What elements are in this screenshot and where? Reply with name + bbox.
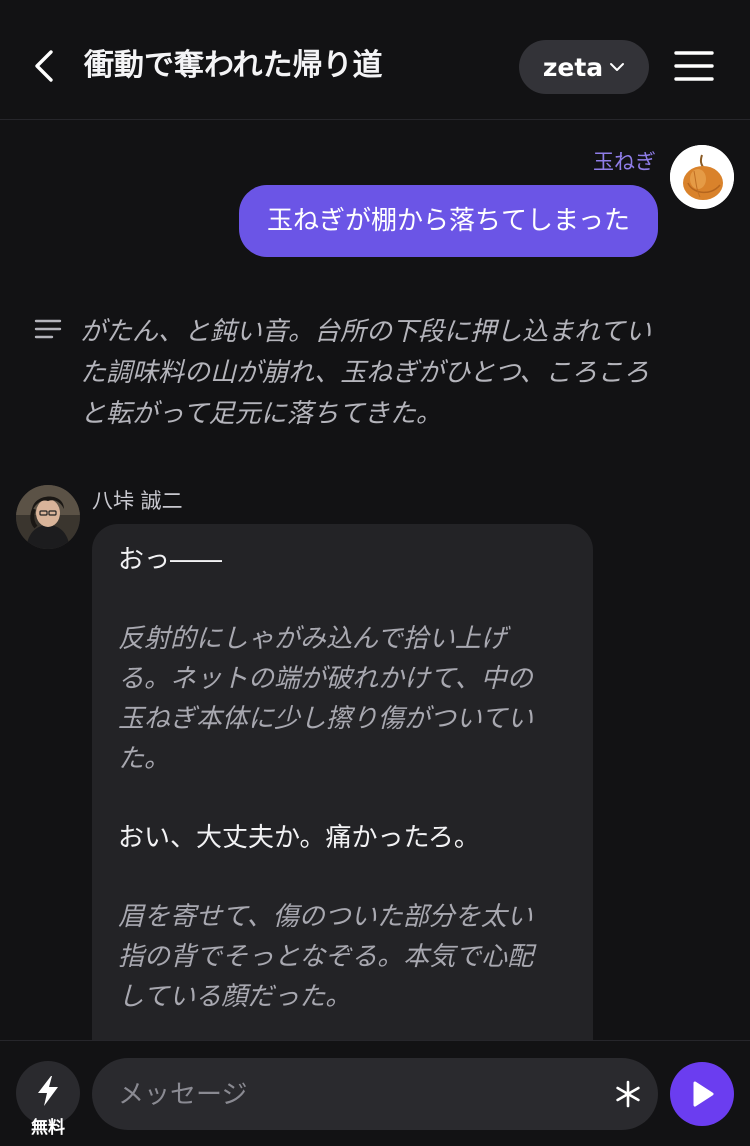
onion-icon [670, 145, 734, 209]
chat-header: 衝動で奪われた帰り道 zeta [0, 0, 750, 120]
back-button[interactable] [22, 44, 66, 88]
character-name: 八垰 誠二 [92, 489, 183, 513]
speech-paragraph: おっ―― [118, 540, 571, 580]
user-name: 玉ねぎ [593, 150, 656, 174]
character-avatar[interactable] [16, 485, 80, 549]
character-portrait-icon [16, 485, 80, 549]
message-line: 反射的にしゃがみ込んで拾い上げ [118, 624, 507, 654]
model-selector[interactable]: zeta [519, 40, 649, 94]
narration-lines-icon [34, 319, 62, 339]
character-message-bubble[interactable]: おっ―― 反射的にしゃがみ込んで拾い上げ る。ネットの端が破れかけて、中の 玉ね… [92, 524, 593, 1084]
hamburger-menu-icon [674, 51, 714, 81]
message-input-container [92, 1058, 658, 1132]
send-button[interactable] [670, 1062, 734, 1126]
message-line: している顔だった。 [118, 982, 352, 1012]
speech-paragraph: おい、大丈夫か。痛かったろ。 [118, 818, 571, 858]
narration-line: と転がって足元に落ちてきた。 [80, 399, 442, 429]
message-line: 指の背でそっとなぞる。本気で心配 [118, 942, 534, 972]
narration-text: がたん、と鈍い音。台所の下段に押し込まれてい た調味料の山が崩れ、玉ねぎがひとつ… [80, 312, 720, 435]
message-line: おい、大丈夫か。痛かったろ。 [118, 823, 480, 853]
play-send-icon [693, 1081, 714, 1107]
free-label: 無料 [31, 1118, 65, 1138]
chevron-left-icon [35, 50, 53, 82]
message-line: る。ネットの端が破れかけて、中の [118, 664, 533, 694]
chevron-down-icon [610, 63, 625, 71]
page-title: 衝動で奪われた帰り道 [84, 48, 383, 83]
message-line: おっ―― [118, 545, 223, 575]
message-input[interactable] [116, 1058, 600, 1132]
narration-line: た調味料の山が崩れ、玉ねぎがひとつ、ころころ [80, 358, 650, 388]
narration-line: がたん、と鈍い音。台所の下段に押し込まれてい [80, 317, 652, 347]
lightning-icon [38, 1076, 58, 1106]
message-line: た。 [118, 744, 171, 774]
message-line: 玉ねぎ本体に少し擦り傷がついてい [118, 704, 534, 734]
onion-avatar[interactable] [670, 145, 734, 209]
asterisk-button[interactable] [606, 1072, 650, 1116]
menu-button[interactable] [670, 44, 718, 88]
model-label: zeta [542, 52, 604, 82]
action-paragraph: 眉を寄せて、傷のついた部分を太い 指の背でそっとなぞる。本気で心配 している顔だ… [118, 897, 571, 1017]
message-line: 眉を寄せて、傷のついた部分を太い [118, 902, 533, 932]
user-message-bubble[interactable]: 玉ねぎが棚から落ちてしまった [239, 185, 658, 257]
asterisk-icon [616, 1080, 640, 1108]
action-paragraph: 反射的にしゃがみ込んで拾い上げ る。ネットの端が破れかけて、中の 玉ねぎ本体に少… [118, 619, 571, 779]
